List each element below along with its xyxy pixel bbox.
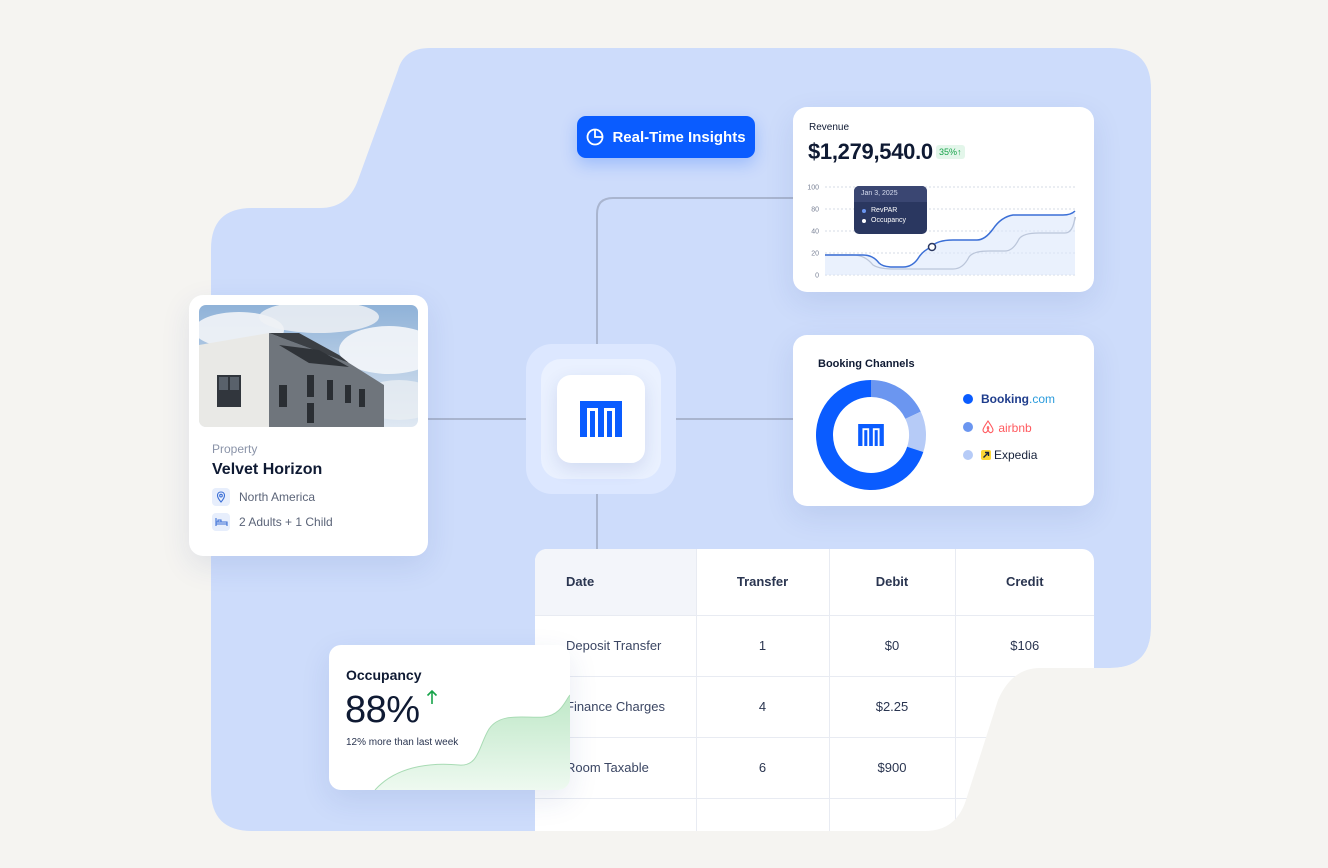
expedia-logo: Expedia (981, 448, 1037, 462)
brand-logo[interactable] (557, 375, 645, 463)
booking-channels-card: Booking Channels Booking.com airbnb Expe… (793, 335, 1094, 506)
occupancy-title: Occupancy (346, 667, 422, 683)
expedia-icon (981, 450, 991, 460)
legend-item-airbnb[interactable]: airbnb (963, 413, 1055, 441)
occupancy-subtitle: 12% more than last week (346, 737, 459, 748)
table-cell: $900 (828, 737, 955, 799)
y-tick-label: 0 (815, 273, 819, 280)
occupancy-value: 88% (345, 689, 420, 731)
legend-dot (963, 422, 973, 432)
table-cell (954, 676, 1094, 738)
table-cell (954, 737, 1094, 799)
revenue-card: Revenue $1,279,540.0 35%↑ 100 80 40 20 0 Jan… (793, 107, 1094, 292)
booking-donut-chart (816, 380, 926, 490)
location-pin-icon (212, 488, 230, 506)
booking-legend: Booking.com airbnb Expedia (963, 385, 1055, 469)
property-card[interactable]: Property Velvet Horizon North America 2 … (189, 295, 428, 556)
y-tick-label: 40 (811, 229, 819, 236)
airbnb-icon (982, 419, 994, 433)
table-header-row: Date Transfer Debit Credit (535, 549, 1094, 616)
tooltip-date: Jan 3, 2025 (854, 186, 927, 202)
legend-item-booking[interactable]: Booking.com (963, 385, 1055, 413)
column-header-date[interactable]: Date (535, 549, 696, 616)
y-tick-label: 100 (807, 185, 819, 192)
revenue-amount: $1,279,540.0 (808, 139, 933, 164)
chart-tooltip: Jan 3, 2025 RevPAR Occupancy (854, 186, 927, 234)
table-row[interactable]: Deposit Transfer 1 $0 $106 (535, 615, 1094, 677)
bed-icon (212, 513, 230, 531)
property-photo (199, 305, 418, 427)
legend-dot (862, 208, 866, 213)
table-cell: $0 (828, 615, 955, 677)
property-name: Velvet Horizon (212, 461, 323, 478)
legend-dot (862, 218, 866, 223)
table-row[interactable] (535, 798, 1094, 831)
property-location: North America (239, 490, 316, 504)
column-header-transfer[interactable]: Transfer (695, 549, 829, 616)
tooltip-series-revpar: RevPAR (871, 207, 898, 214)
legend-item-expedia[interactable]: Expedia (963, 441, 1055, 469)
legend-dot (963, 450, 973, 460)
airbnb-logo: airbnb (981, 419, 1032, 435)
table-cell: 6 (695, 737, 829, 799)
table-row[interactable]: Room Taxable 6 $900 (535, 737, 1094, 799)
revenue-line-chart: 100 80 40 20 0 (807, 185, 1076, 280)
property-guests-row: 2 Adults + 1 Child (212, 513, 333, 531)
occupancy-card[interactable]: Occupancy 88% 12% more than last week (329, 645, 570, 790)
chart-hover-point[interactable] (927, 242, 937, 252)
table-cell: 1 (695, 615, 829, 677)
table-cell: $2.25 (828, 676, 955, 738)
table-cell: 4 (695, 676, 829, 738)
table-cell (828, 798, 955, 831)
legend-dot (963, 394, 973, 404)
revenue-label: Revenue (809, 122, 850, 133)
y-tick-label: 20 (811, 251, 819, 258)
table-cell (695, 798, 829, 831)
real-time-insights-label: Real-Time Insights (612, 128, 746, 146)
table-cell: $106 (954, 615, 1094, 677)
booking-com-logo: Booking.com (981, 392, 1056, 406)
stage: Real-Time Insights Revenue $1,279,540.0 … (0, 0, 1328, 868)
property-guests: 2 Adults + 1 Child (239, 515, 333, 529)
transactions-table: Date Transfer Debit Credit Deposit Trans… (535, 549, 1094, 831)
brand-logo-icon (580, 401, 622, 437)
revenue-change-badge: 35%↑ (936, 145, 965, 159)
real-time-insights-button[interactable]: Real-Time Insights (577, 116, 755, 158)
arrow-up-icon (426, 689, 438, 704)
table-cell (954, 798, 1094, 831)
brand-logo-icon (858, 424, 884, 446)
table-row[interactable]: Finance Charges 4 $2.25 (535, 676, 1094, 738)
property-label: Property (212, 442, 258, 456)
donut-slice-expedia[interactable] (905, 411, 926, 452)
property-location-row: North America (212, 488, 315, 506)
tooltip-series-occupancy: Occupancy (871, 217, 907, 224)
booking-channels-title: Booking Channels (818, 358, 915, 370)
pie-chart-icon (587, 128, 604, 146)
column-header-debit[interactable]: Debit (828, 549, 955, 616)
table-cell (535, 798, 696, 831)
y-tick-label: 80 (811, 207, 819, 214)
column-header-credit[interactable]: Credit (954, 549, 1094, 616)
